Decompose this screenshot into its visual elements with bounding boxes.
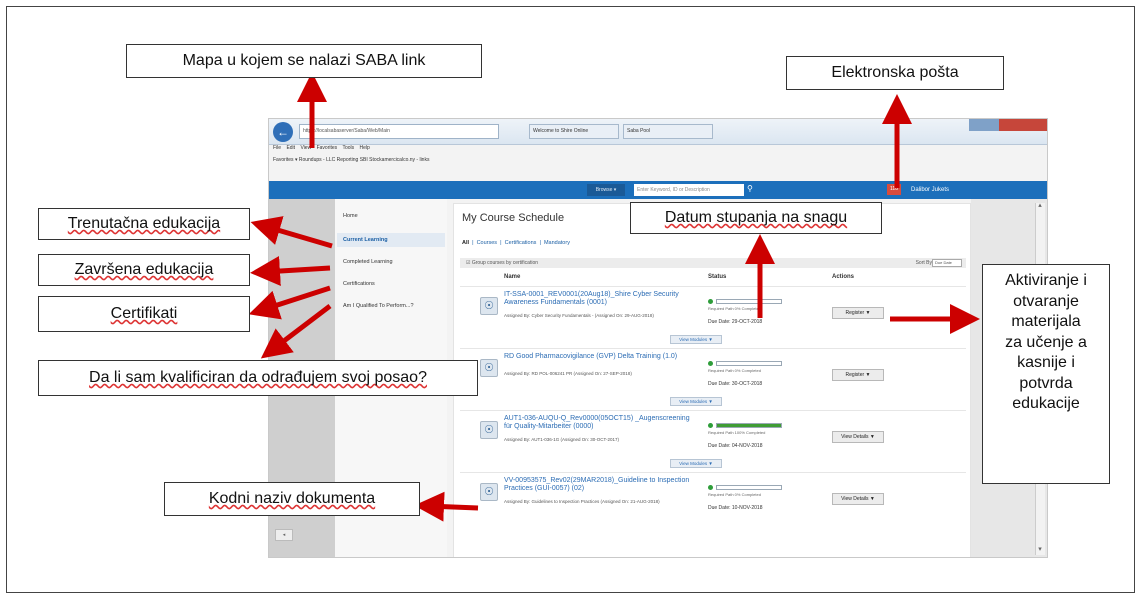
course-icon: ☉ <box>480 483 498 501</box>
callout-completed-learning: Završena edukacija <box>38 254 250 286</box>
course-title-link[interactable]: RD Good Pharmacovigilance (GVP) Delta Tr… <box>504 353 694 361</box>
view-modules-button[interactable]: View Modules ▼ <box>670 397 722 406</box>
sidebar-item-completed-learning[interactable]: Completed Learning <box>337 255 445 269</box>
due-date: Due Date: 30-OCT-2018 <box>708 381 763 387</box>
progress-bar <box>716 361 782 366</box>
assigned-by: Assigned By: RD POL-006241 PR (Assigned … <box>504 371 632 376</box>
table-row: ☉ IT-SSA-0001_REV0001(20Aug18)_Shire Cyb… <box>460 286 966 348</box>
status-dot <box>708 485 713 490</box>
tab-certifications[interactable]: Certifications <box>505 240 537 246</box>
column-actions: Actions <box>832 274 855 280</box>
panel-toggle[interactable]: ◂ <box>275 529 293 541</box>
group-label: Group courses by certification <box>471 260 539 266</box>
status-dot <box>708 423 713 428</box>
table-row: ☉ VV-00953575_Rev02(29MAR2018)_Guideline… <box>460 472 966 534</box>
window-close-icon[interactable] <box>999 119 1047 131</box>
table-row: ☉ RD Good Pharmacovigilance (GVP) Delta … <box>460 348 966 410</box>
callout-certificates: Certifikati <box>38 296 250 332</box>
due-date: Due Date: 10-NOV-2018 <box>708 505 763 511</box>
search-icon[interactable]: ⚲ <box>747 184 753 193</box>
page-title: My Course Schedule <box>462 212 565 224</box>
browse-button[interactable]: Browse ▾ <box>587 184 625 196</box>
scroll-up-icon[interactable]: ▴ <box>1035 201 1045 211</box>
browser-title-bar: ← https://localsabaserver/Saba/Web/Main … <box>269 119 1047 145</box>
browser-menu-bar[interactable]: File Edit View Favorites Tools Help <box>273 145 370 157</box>
callout-email: Elektronska pošta <box>786 56 1004 90</box>
due-date: Due Date: 29-OCT-2018 <box>708 319 763 325</box>
course-icon: ☉ <box>480 359 498 377</box>
assigned-by: Assigned By: Guidelines to Inspection Pr… <box>504 499 660 504</box>
progress-bar <box>716 299 782 304</box>
filter-tabs: All | Courses | Certifications | Mandato… <box>462 240 570 246</box>
view-details-button[interactable]: View Details ▼ <box>832 431 884 443</box>
callout-saba-link: Mapa u kojem se nalazi SABA link <box>126 44 482 78</box>
favorites-bar[interactable]: Favorites ▾ Roundups - LLC Reporting SBI… <box>273 157 429 169</box>
register-button[interactable]: Register ▼ <box>832 307 884 319</box>
column-status: Status <box>708 274 727 280</box>
course-schedule-panel: My Course Schedule All | Courses | Certi… <box>453 203 971 557</box>
progress-bar <box>716 485 782 490</box>
scroll-down-icon[interactable]: ▾ <box>1035 545 1045 555</box>
back-arrow-icon[interactable]: ← <box>273 122 293 142</box>
sort-select[interactable]: Due Date <box>932 259 962 267</box>
address-bar[interactable]: https://localsabaserver/Saba/Web/Main <box>299 124 499 139</box>
browser-tab[interactable]: Welcome to Shire Online <box>529 124 619 139</box>
view-details-button[interactable]: View Details ▼ <box>832 493 884 505</box>
mail-badge[interactable]: 118 <box>887 184 901 195</box>
callout-qualified: Da li sam kvalificiran da odrađujem svoj… <box>38 360 478 396</box>
status-dot <box>708 299 713 304</box>
view-modules-button[interactable]: View Modules ▼ <box>670 335 722 344</box>
tab-mandatory[interactable]: Mandatory <box>544 240 570 246</box>
callout-due-date: Datum stupanja na snagu <box>630 202 882 234</box>
sidebar-item-am-i-qualified[interactable]: Am I Qualified To Perform...? <box>337 299 445 313</box>
sidebar-item-home[interactable]: Home <box>337 209 445 223</box>
status-text: Required Path 0% Completed <box>708 368 761 373</box>
view-modules-button[interactable]: View Modules ▼ <box>670 459 722 468</box>
sidebar-item-current-learning[interactable]: Current Learning <box>337 233 445 247</box>
assigned-by: Assigned By: Cyber Security Fundamentals… <box>504 313 654 318</box>
course-title-link[interactable]: VV-00953575_Rev02(29MAR2018)_Guideline t… <box>504 477 694 493</box>
callout-activation: Aktiviranje i otvaranje materijala za uč… <box>982 264 1110 484</box>
status-dot <box>708 361 713 366</box>
search-input[interactable]: Enter Keyword, ID or Description <box>634 184 744 196</box>
register-button[interactable]: Register ▼ <box>832 369 884 381</box>
progress-fill <box>717 424 781 427</box>
saba-header: Browse ▾ Enter Keyword, ID or Descriptio… <box>269 181 1047 199</box>
course-icon: ☉ <box>480 297 498 315</box>
course-title-link[interactable]: AUT1-036-AUQU-Q_Rev0000(05OCT15) _Augens… <box>504 415 694 431</box>
status-text: Required Path 100% Completed <box>708 430 766 435</box>
assigned-by: Assigned By: AUT1-036-1G (Assigned On: 3… <box>504 437 620 442</box>
course-title-link[interactable]: IT-SSA-0001_REV0001(20Aug18)_Shire Cyber… <box>504 291 694 307</box>
sort-label: Sort By <box>915 260 932 266</box>
status-text: Required Path 0% Completed <box>708 492 761 497</box>
tab-all[interactable]: All <box>462 240 469 246</box>
group-bar: ☑ Group courses by certification Sort By… <box>460 258 966 268</box>
table-row: ☉ AUT1-036-AUQU-Q_Rev0000(05OCT15) _Auge… <box>460 410 966 472</box>
course-icon: ☉ <box>480 421 498 439</box>
progress-bar <box>716 423 782 428</box>
sidebar-item-certifications[interactable]: Certifications <box>337 277 445 291</box>
column-name: Name <box>504 274 521 280</box>
window-minimize-icon[interactable] <box>969 119 999 131</box>
status-text: Required Path 0% Completed <box>708 306 761 311</box>
due-date: Due Date: 04-NOV-2018 <box>708 443 763 449</box>
browser-tab[interactable]: Saba Pool <box>623 124 713 139</box>
tab-courses[interactable]: Courses <box>477 240 497 246</box>
group-checkbox[interactable]: ☑ <box>466 260 470 266</box>
user-name[interactable]: Dalibor Jukets <box>911 184 949 196</box>
callout-current-learning: Trenutačna edukacija <box>38 208 250 240</box>
callout-doc-code: Kodni naziv dokumenta <box>164 482 420 516</box>
